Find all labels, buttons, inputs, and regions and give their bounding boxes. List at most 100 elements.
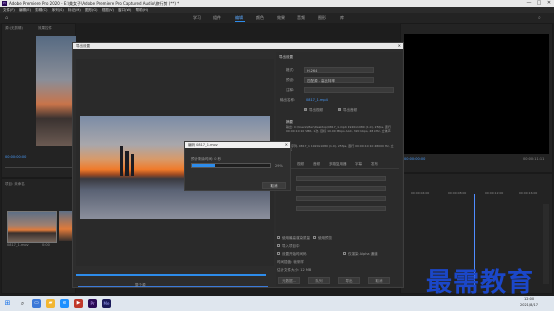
export-button-label: 导出 — [345, 279, 353, 283]
source-range-label[interactable]: 整个源 — [135, 283, 146, 288]
building-silhouette — [120, 146, 123, 176]
encoding-progress-bar — [191, 163, 271, 168]
effects-setting-row[interactable] — [296, 196, 386, 201]
workspace-graphics[interactable]: 图形 — [318, 15, 326, 21]
app-icon[interactable]: ▶ — [74, 299, 83, 308]
program-timecode-left: 00:00:00:00 — [404, 157, 426, 161]
ruler-tick-1: 00:00:04:00 — [411, 191, 430, 195]
cancel-encoding-label: 取消 — [270, 184, 278, 188]
source-monitor-panel: 源:(无剪辑) 效果控件 00:00:00:00 — [1, 23, 76, 178]
export-dialog-close-icon[interactable]: ✕ — [398, 43, 401, 49]
set-start-timecode-checkbox[interactable] — [277, 252, 280, 255]
file-explorer-icon[interactable]: ▰ — [46, 299, 55, 308]
clip-thumbnail[interactable] — [7, 211, 57, 243]
export-video-label: 导出视频 — [309, 107, 323, 112]
tab-project[interactable]: 项目: 未命名 — [5, 182, 25, 187]
minimize-button[interactable]: — — [524, 0, 534, 7]
maximize-button[interactable]: □ — [534, 0, 544, 7]
cancel-encoding-button[interactable]: 取消 — [262, 182, 286, 189]
encoding-dialog-title: 编码 0817_1.mov — [185, 142, 290, 148]
render-alpha-checkbox[interactable] — [343, 252, 346, 255]
tab-video[interactable]: 视频 — [297, 162, 304, 167]
watermark-text: 最需教育 — [426, 268, 535, 298]
export-audio-checkbox[interactable] — [338, 108, 341, 111]
format-select[interactable]: H.264 — [304, 67, 374, 73]
media-encoder-icon[interactable]: Me — [102, 299, 111, 308]
encoding-progress-dialog: 编码 0817_1.mov ✕ 预计剩余时间: 0 秒 29% 取消 — [184, 141, 291, 191]
format-label: 格式: — [286, 68, 295, 72]
preset-select[interactable]: 匹配源 - 高比特率 — [304, 77, 374, 83]
workspace-effects[interactable]: 效果 — [277, 15, 285, 21]
workspace-libraries[interactable]: 库 — [340, 15, 344, 21]
use-previews-checkbox[interactable] — [313, 236, 316, 239]
tab-publish[interactable]: 发布 — [371, 162, 378, 167]
source-timecode: 00:00:00:00 — [5, 155, 27, 159]
tab-effect-controls[interactable]: 效果控件 — [38, 26, 52, 31]
metadata-button-label: 元数据... — [282, 279, 296, 283]
max-render-quality-label: 使用最高渲染质量 — [282, 235, 310, 240]
workspace-color[interactable]: 颜色 — [256, 15, 264, 21]
search-icon[interactable]: ⌕ — [18, 299, 27, 308]
render-alpha-label: 仅渲染 Alpha 通道 — [348, 251, 378, 256]
workspace-audio[interactable]: 音频 — [297, 15, 305, 21]
source-video-frame — [36, 36, 76, 146]
clip-name: 0817_1.mov — [7, 243, 29, 247]
time-remaining-label: 预计剩余时间: 0 秒 — [191, 157, 222, 161]
source-scrubber[interactable] — [5, 167, 75, 168]
summary-source: 源: 序列, 0817_1 1920x1080 (1.0), 25fps, 逐行… — [286, 144, 394, 151]
tab-source[interactable]: 源:(无剪辑) — [5, 26, 23, 31]
program-video-frame — [404, 34, 549, 154]
clock-time[interactable]: 12:00 — [524, 297, 534, 301]
import-into-project-checkbox[interactable] — [277, 244, 280, 247]
windows-start-icon[interactable]: ⊞ — [3, 299, 12, 308]
max-render-quality-checkbox[interactable] — [277, 236, 280, 239]
workspace-bar: ⌂ 学习 组件 编辑 颜色 效果 音频 图形 库 ⌕ — [0, 13, 554, 23]
tab-captions[interactable]: 字幕 — [355, 162, 362, 167]
output-name-link[interactable]: 0817_1.mp4 — [306, 98, 328, 102]
building-silhouette — [125, 151, 129, 176]
program-monitor-panel: 00:00:00:00 00:00:11:11 — [400, 23, 553, 173]
ruler-tick-3: 00:00:12:00 — [485, 191, 504, 195]
comments-input[interactable] — [304, 87, 394, 93]
search-icon[interactable]: ⌕ — [538, 15, 541, 21]
workspace-learn[interactable]: 学习 — [193, 15, 201, 21]
time-interpolation-label: 时间插值: 帧采样 — [277, 259, 304, 264]
comments-label: 注释: — [286, 88, 295, 92]
export-button[interactable]: 导出 — [338, 277, 360, 284]
timeline-scrollbar[interactable] — [543, 204, 549, 284]
workspace-assembly[interactable]: 组件 — [213, 15, 221, 21]
project-panel: 项目: 未命名 0817_1.mov 0:00 — [1, 178, 76, 294]
tab-multiplexer[interactable]: 多路复用器 — [329, 162, 347, 167]
clock-date[interactable]: 2021/8/17 — [520, 303, 538, 307]
summary-output: 输出: C:\Users\Mac\Desktop\0817_1.mp4 1920… — [286, 125, 391, 133]
encoding-dialog-close-icon[interactable]: ✕ — [285, 142, 288, 148]
import-into-project-label: 导入项目中 — [282, 243, 300, 248]
estimated-size-label: 估计文件大小: 12 MB — [277, 267, 312, 272]
use-previews-label: 使用预览 — [318, 235, 332, 240]
queue-button[interactable]: 队列 — [308, 277, 330, 284]
export-video-checkbox[interactable] — [304, 108, 307, 111]
progress-percent: 29% — [275, 163, 283, 168]
edge-browser-icon[interactable]: e — [60, 299, 69, 308]
metadata-button[interactable]: 元数据... — [278, 277, 300, 284]
export-audio-label: 导出音频 — [343, 107, 357, 112]
ruler-tick-4: 00:00:16:00 — [519, 191, 538, 195]
home-icon[interactable]: ⌂ — [5, 15, 8, 21]
premiere-taskbar-icon[interactable]: Pr — [88, 299, 97, 308]
premiere-logo-icon: Pr — [2, 1, 7, 6]
cancel-export-button[interactable]: 取消 — [368, 277, 390, 284]
close-button[interactable]: ✕ — [544, 0, 554, 7]
effects-setting-row[interactable] — [296, 186, 386, 191]
preset-label: 预设: — [286, 78, 295, 82]
task-view-icon[interactable]: ▭ — [32, 299, 41, 308]
export-timeline-scrubber[interactable] — [76, 274, 266, 276]
export-tabs: 效果 视频 音频 多路复用器 字幕 发布 — [279, 162, 399, 169]
ruler-tick-2: 00:00:08:00 — [448, 191, 467, 195]
effects-setting-row[interactable] — [296, 176, 386, 181]
export-range-bar[interactable] — [78, 286, 268, 287]
queue-button-label: 队列 — [315, 279, 323, 283]
tab-audio[interactable]: 音频 — [313, 162, 320, 167]
format-value: H.264 — [307, 68, 318, 73]
program-timecode-right: 00:00:11:11 — [523, 157, 545, 161]
effects-setting-row[interactable] — [296, 206, 386, 211]
